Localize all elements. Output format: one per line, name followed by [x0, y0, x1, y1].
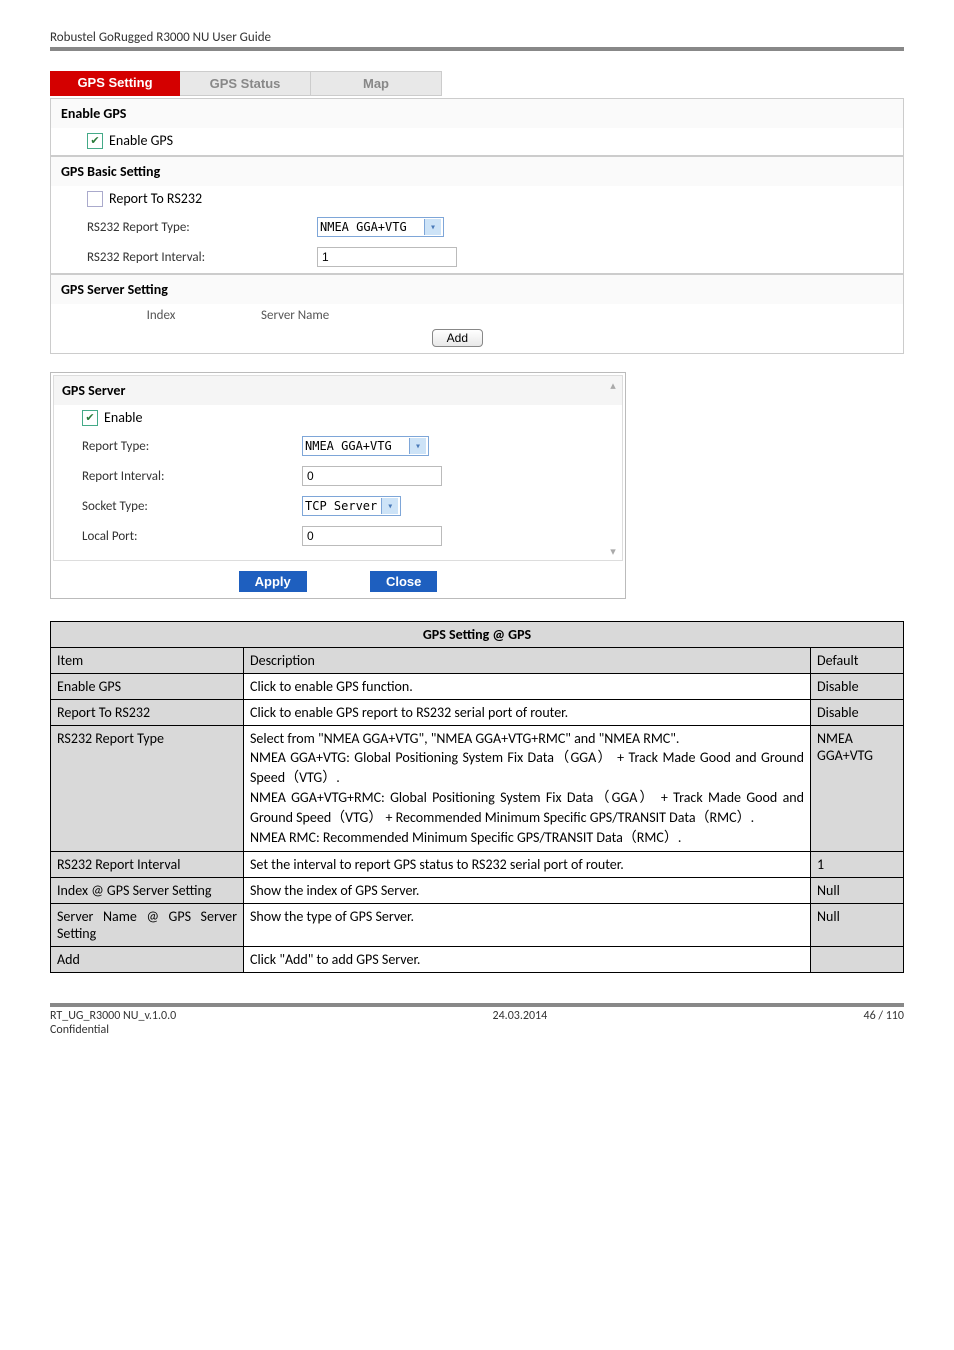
- table-cell: Click to enable GPS report to RS232 seri…: [244, 700, 811, 726]
- table-cell: Show the type of GPS Server.: [244, 904, 811, 947]
- gps-server-modal: ▴ GPS Server ✔ Enable Report Type: NMEA …: [50, 372, 626, 599]
- table-cell: [811, 947, 904, 973]
- col-server-name: Server Name: [261, 308, 461, 323]
- page-footer: RT_UG_R3000 NU_v.1.0.0 Confidential 24.0…: [50, 1007, 904, 1037]
- gps-config-panel: Enable GPS ✔ Enable GPS GPS Basic Settin…: [50, 98, 904, 354]
- modal-report-type-value: NMEA GGA+VTG: [305, 439, 405, 453]
- scroll-up-icon: ▴: [605, 379, 621, 392]
- modal-report-interval-label: Report Interval:: [82, 469, 302, 484]
- table-cell: Disable: [811, 674, 904, 700]
- tab-bar: GPS Setting GPS Status Map: [50, 71, 904, 96]
- report-rs232-label: Report To RS232: [109, 190, 202, 207]
- close-button[interactable]: Close: [370, 571, 437, 592]
- modal-socket-type-select[interactable]: TCP Server ▾: [302, 496, 401, 516]
- chevron-down-icon: ▾: [409, 438, 426, 454]
- th-default: Default: [811, 648, 904, 674]
- section-basic-title: GPS Basic Setting: [51, 157, 903, 186]
- table-title: GPS Setting @ GPS: [51, 622, 904, 648]
- table-cell: 1: [811, 852, 904, 878]
- table-cell: RS232 Report Interval: [51, 852, 244, 878]
- chevron-down-icon: ▾: [424, 219, 441, 235]
- modal-report-interval-input[interactable]: [302, 466, 442, 486]
- rs232-interval-label: RS232 Report Interval:: [87, 250, 317, 265]
- col-index: Index: [61, 308, 261, 323]
- table-cell: Click to enable GPS function.: [244, 674, 811, 700]
- report-rs232-checkbox[interactable]: ✔: [87, 191, 103, 207]
- table-cell: Disable: [811, 700, 904, 726]
- footer-center: 24.03.2014: [493, 1009, 548, 1037]
- table-cell: Index @ GPS Server Setting: [51, 878, 244, 904]
- table-cell: Show the index of GPS Server.: [244, 878, 811, 904]
- enable-gps-checkbox[interactable]: ✔: [87, 133, 103, 149]
- rs232-type-value: NMEA GGA+VTG: [320, 220, 420, 234]
- section-server-title: GPS Server Setting: [51, 275, 903, 304]
- modal-local-port-label: Local Port:: [82, 529, 302, 544]
- modal-local-port-input[interactable]: [302, 526, 442, 546]
- modal-socket-type-value: TCP Server: [305, 499, 377, 513]
- tab-gps-setting[interactable]: GPS Setting: [50, 71, 180, 96]
- rs232-type-label: RS232 Report Type:: [87, 220, 317, 235]
- table-cell: Null: [811, 878, 904, 904]
- rs232-interval-input[interactable]: [317, 247, 457, 267]
- table-cell: Set the interval to report GPS status to…: [244, 852, 811, 878]
- table-cell: Add: [51, 947, 244, 973]
- header-rule: [50, 47, 904, 51]
- enable-gps-label: Enable GPS: [109, 132, 173, 149]
- tab-gps-status[interactable]: GPS Status: [180, 71, 311, 96]
- add-button[interactable]: Add: [432, 329, 483, 347]
- tab-map[interactable]: Map: [311, 71, 442, 96]
- modal-title: GPS Server: [54, 376, 622, 405]
- section-enable-gps-title: Enable GPS: [51, 99, 903, 128]
- th-item: Item: [51, 648, 244, 674]
- th-desc: Description: [244, 648, 811, 674]
- description-table: GPS Setting @ GPS Item Description Defau…: [50, 621, 904, 973]
- footer-left2: Confidential: [50, 1023, 176, 1037]
- footer-left1: RT_UG_R3000 NU_v.1.0.0: [50, 1009, 176, 1023]
- modal-report-type-select[interactable]: NMEA GGA+VTG ▾: [302, 436, 429, 456]
- table-cell: Enable GPS: [51, 674, 244, 700]
- scroll-down-icon: ▾: [605, 545, 621, 558]
- table-cell: Click "Add" to add GPS Server.: [244, 947, 811, 973]
- table-cell: Select from "NMEA GGA+VTG", "NMEA GGA+VT…: [244, 726, 811, 852]
- table-cell: NMEA GGA+VTG: [811, 726, 904, 852]
- footer-right: 46 / 110: [864, 1009, 904, 1037]
- rs232-type-select[interactable]: NMEA GGA+VTG ▾: [317, 217, 444, 237]
- modal-enable-checkbox[interactable]: ✔: [82, 410, 98, 426]
- chevron-down-icon: ▾: [381, 498, 398, 514]
- table-cell: RS232 Report Type: [51, 726, 244, 852]
- table-cell: Report To RS232: [51, 700, 244, 726]
- modal-socket-type-label: Socket Type:: [82, 499, 302, 514]
- modal-report-type-label: Report Type:: [82, 439, 302, 454]
- table-cell: Null: [811, 904, 904, 947]
- modal-enable-label: Enable: [104, 409, 142, 426]
- apply-button[interactable]: Apply: [239, 571, 307, 592]
- doc-header: Robustel GoRugged R3000 NU User Guide: [50, 30, 904, 45]
- table-cell: Server Name @ GPS Server Setting: [51, 904, 244, 947]
